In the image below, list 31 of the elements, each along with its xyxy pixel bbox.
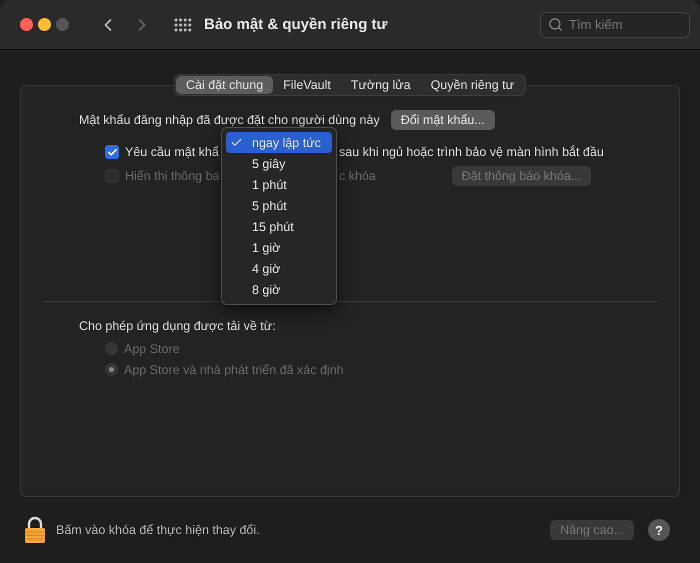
grid-icon[interactable] — [174, 18, 192, 32]
menu-item[interactable]: 15 phút — [226, 216, 332, 237]
window-title: Bảo mật & quyền riêng tư — [204, 16, 388, 33]
help-button[interactable]: ? — [648, 519, 670, 541]
menu-item[interactable]: 5 giây — [226, 153, 332, 174]
tab[interactable]: Cài đặt chung — [176, 76, 274, 94]
radio-label: App Store — [124, 342, 180, 356]
menu-item[interactable]: 8 giờ — [226, 279, 332, 300]
checkbox[interactable] — [105, 145, 119, 159]
checkbox-label: Yêu cầu mật khẩ — [124, 145, 220, 159]
change-password-button[interactable]: Đổi mật khẩu... — [390, 110, 495, 130]
minimize-button[interactable] — [38, 18, 51, 31]
password-status-label: Mật khẩu đăng nhập đã được đặt cho người dùng này — [79, 113, 380, 127]
close-button[interactable] — [20, 18, 33, 31]
menu-item[interactable]: 5 phút — [226, 195, 332, 216]
menu-item[interactable]: ngay lập tức — [226, 132, 332, 153]
checkbox-label: c khóa — [339, 169, 377, 183]
checkbox-label: Hiển thị thông ba — [124, 169, 221, 183]
downloads-label: Cho phép ứng dụng được tải về từ: — [79, 319, 276, 333]
menu-item[interactable]: 4 giờ — [226, 258, 332, 279]
lock-icon[interactable] — [24, 516, 46, 544]
search-field[interactable]: Tìm kiếm — [540, 12, 690, 38]
tab[interactable]: Quyền riêng tư — [420, 76, 524, 94]
tab[interactable]: FileVault — [273, 76, 341, 94]
search-icon — [548, 16, 563, 32]
lock-message: Bấm vào khóa để thực hiện thay đổi. — [56, 523, 260, 537]
tab[interactable]: Tường lửa — [340, 76, 421, 94]
menu-item[interactable]: 1 phút — [226, 174, 332, 195]
radio-label: App Store và nhà phát triển đã xác định — [124, 362, 344, 376]
menu-item[interactable]: 1 giờ — [226, 237, 332, 258]
checkbox-label: sau khi ngủ hoặc trình bảo vệ màn hình bắt đầu — [339, 145, 605, 159]
